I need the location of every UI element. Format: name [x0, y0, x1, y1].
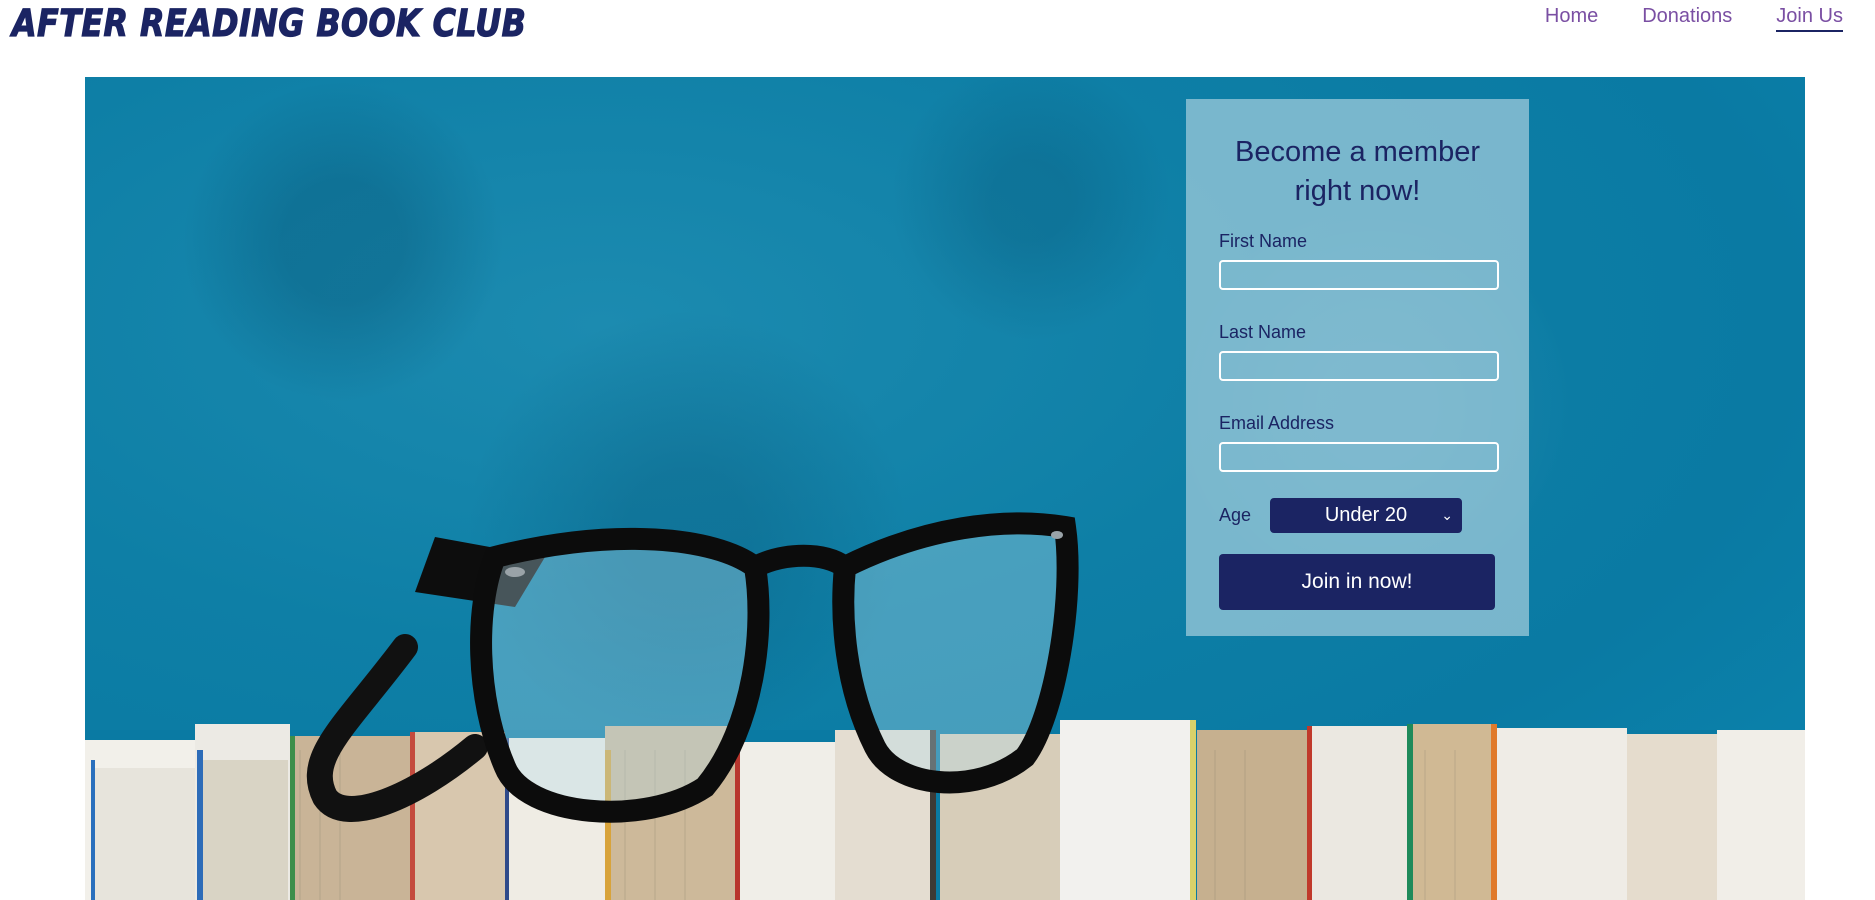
- first-name-label: First Name: [1219, 231, 1308, 251]
- first-name-field[interactable]: [1219, 260, 1499, 290]
- chevron-down-icon: ⌄: [1441, 507, 1453, 523]
- site-header: AFTER READING BOOK CLUB Home Donations J…: [0, 0, 1875, 62]
- age-selected-value: Under 20: [1324, 504, 1408, 526]
- email-label: Email Address: [1219, 413, 1335, 433]
- page: AFTER READING BOOK CLUB Home Donations J…: [0, 0, 1875, 900]
- site-logo[interactable]: AFTER READING BOOK CLUB: [11, 1, 526, 45]
- last-name-label: Last Name: [1219, 322, 1307, 342]
- glasses-illustration: [306, 512, 1079, 823]
- age-label: Age: [1219, 505, 1252, 525]
- age-row: Age Under 20 ⌄: [1219, 498, 1496, 533]
- form-title: Become a member right now!: [1235, 136, 1480, 207]
- nav-home[interactable]: Home: [1545, 5, 1598, 32]
- nav-donations[interactable]: Donations: [1642, 5, 1732, 32]
- main-nav: Home Donations Join Us: [1545, 5, 1843, 32]
- last-name-field[interactable]: [1219, 351, 1499, 381]
- membership-form: Become a member right now! First Name La…: [1186, 99, 1529, 636]
- age-select[interactable]: Under 20 ⌄: [1270, 498, 1462, 533]
- nav-join-us[interactable]: Join Us: [1776, 5, 1843, 32]
- hero-image: Become a member right now! First Name La…: [85, 77, 1805, 900]
- join-button[interactable]: Join in now!: [1219, 554, 1495, 610]
- email-field[interactable]: [1219, 442, 1499, 472]
